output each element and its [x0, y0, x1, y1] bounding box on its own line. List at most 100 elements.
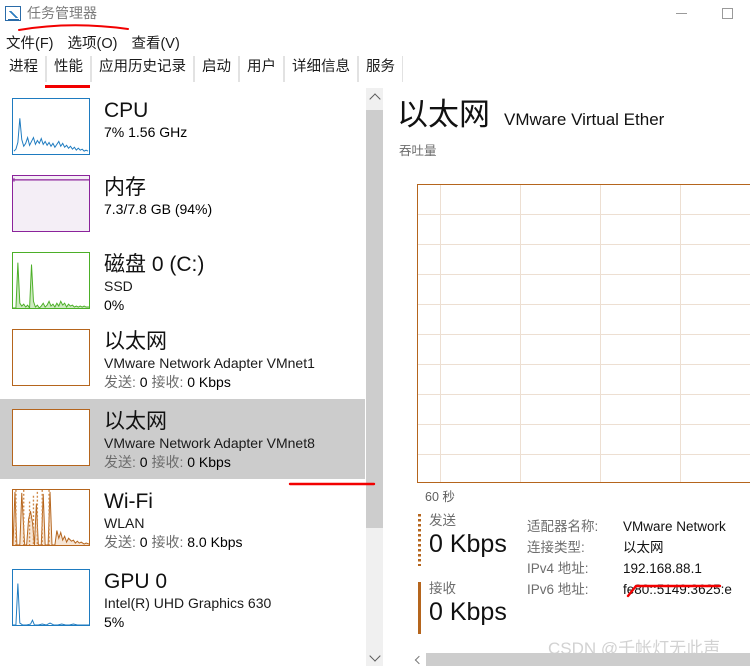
- wifi-stat: 发送: 0 接收: 8.0 Kbps: [104, 533, 243, 552]
- ethernet-vmnet8-sub: VMware Network Adapter VMnet8: [104, 434, 315, 453]
- graph-time-axis-label: 60 秒: [425, 486, 455, 505]
- sidebar-item-cpu[interactable]: CPU 7% 1.56 GHz: [0, 88, 365, 165]
- adapter-name-key: 适配器名称:: [527, 516, 623, 537]
- ethernet-vmnet8-recv-label: 接收:: [151, 454, 183, 470]
- ethernet-vmnet1-recv-label: 接收:: [151, 374, 183, 390]
- menu-item-options[interactable]: 选项(O): [68, 32, 118, 53]
- scroll-down-button[interactable]: [366, 648, 383, 666]
- tab-users[interactable]: 用户: [239, 56, 284, 82]
- tab-startup[interactable]: 启动: [194, 56, 239, 82]
- minimize-button[interactable]: [658, 0, 704, 26]
- tab-details[interactable]: 详细信息: [284, 56, 358, 82]
- gpu-text: GPU 0 Intel(R) UHD Graphics 630 5%: [104, 569, 271, 632]
- chevron-down-icon: [369, 650, 380, 661]
- ethernet-vmnet8-stat: 发送: 0 接收: 0 Kbps: [104, 453, 315, 472]
- disk-text: 磁盘 0 (C:) SSD 0%: [104, 252, 204, 315]
- maximize-icon: [722, 8, 733, 19]
- gpu-sub: Intel(R) UHD Graphics 630: [104, 594, 271, 613]
- adapter-info-table: 适配器名称: VMware Network 连接类型: 以太网 IPv4 地址:…: [527, 516, 732, 600]
- tab-performance[interactable]: 性能: [46, 56, 91, 82]
- cpu-text: CPU 7% 1.56 GHz: [104, 98, 187, 142]
- receive-indicator-icon: [418, 582, 421, 634]
- detail-title: 以太网: [397, 96, 490, 134]
- ethernet-vmnet8-recv-value: 0 Kbps: [187, 454, 231, 470]
- sidebar-scrollbar[interactable]: [365, 88, 383, 666]
- menu-bar: 文件(F) 选项(O) 查看(V): [0, 30, 750, 54]
- ethernet-vmnet8-sparkline: [12, 409, 90, 466]
- chevron-left-icon: [415, 655, 423, 663]
- connection-type-value: 以太网: [623, 537, 664, 558]
- graph-label: 吞吐量: [383, 134, 750, 161]
- ethernet-vmnet1-stat: 发送: 0 接收: 0 Kbps: [104, 373, 315, 392]
- task-manager-icon: [5, 6, 21, 21]
- disk-sparkline: [12, 252, 90, 309]
- memory-text: 内存 7.3/7.8 GB (94%): [104, 175, 212, 219]
- detail-header: 以太网 VMware Virtual Ether: [383, 88, 750, 134]
- info-row-adapter-name: 适配器名称: VMware Network: [527, 516, 732, 537]
- metric-send: 发送 0 Kbps: [418, 512, 539, 559]
- cpu-sparkline: [12, 98, 90, 155]
- memory-sparkline: [12, 175, 90, 232]
- ethernet-vmnet1-send-value: 0: [140, 374, 148, 390]
- info-row-connection-type: 连接类型: 以太网: [527, 537, 732, 558]
- memory-title: 内存: [104, 175, 212, 200]
- receive-value: 0 Kbps: [429, 597, 539, 627]
- wifi-sparkline: [12, 489, 90, 546]
- title-bar-left: 任务管理器: [0, 0, 97, 21]
- send-value: 0 Kbps: [429, 529, 539, 559]
- resource-sidebar[interactable]: CPU 7% 1.56 GHz 内存 7.3/7.8 GB (94%): [0, 88, 365, 666]
- tab-strip: 进程 性能 应用历史记录 启动 用户 详细信息 服务: [0, 54, 750, 82]
- disk-title: 磁盘 0 (C:): [104, 252, 204, 277]
- wifi-recv-label: 接收:: [151, 534, 183, 550]
- wifi-recv-value: 8.0 Kbps: [187, 534, 242, 550]
- receive-label: 接收: [429, 580, 539, 597]
- ipv6-key: IPv6 地址:: [527, 579, 623, 600]
- minimize-icon: [676, 13, 687, 14]
- cpu-stat: 7% 1.56 GHz: [104, 123, 187, 142]
- disk-sub: SSD: [104, 277, 204, 296]
- ethernet-vmnet1-title: 以太网: [104, 329, 315, 354]
- ethernet-vmnet8-send-value: 0: [140, 454, 148, 470]
- gpu-sparkline: [12, 569, 90, 626]
- scrollbar-thumb[interactable]: [366, 110, 383, 528]
- disk-stat: 0%: [104, 296, 204, 315]
- tab-processes[interactable]: 进程: [2, 56, 46, 82]
- maximize-button[interactable]: [704, 0, 750, 26]
- ethernet-vmnet8-title: 以太网: [104, 409, 315, 434]
- network-stats: 发送 0 Kbps: [418, 512, 539, 559]
- send-indicator-icon: [418, 514, 421, 566]
- wifi-sub: WLAN: [104, 514, 243, 533]
- ethernet-vmnet1-send-label: 发送:: [104, 374, 136, 390]
- detail-horizontal-scrollbar[interactable]: [410, 653, 750, 666]
- scroll-left-button[interactable]: [410, 653, 426, 666]
- tab-services[interactable]: 服务: [358, 56, 403, 82]
- detail-subtitle: VMware Virtual Ether: [504, 110, 664, 130]
- wifi-send-label: 发送:: [104, 534, 136, 550]
- gpu-title: GPU 0: [104, 569, 271, 594]
- tab-app-history[interactable]: 应用历史记录: [91, 56, 194, 82]
- horizontal-scrollbar-thumb[interactable]: [426, 653, 750, 666]
- send-label: 发送: [429, 512, 539, 529]
- info-row-ipv4: IPv4 地址: 192.168.88.1: [527, 558, 732, 579]
- adapter-name-value: VMware Network: [623, 516, 726, 537]
- menu-item-view[interactable]: 查看(V): [131, 32, 179, 53]
- sidebar-item-wifi[interactable]: Wi-Fi WLAN 发送: 0 接收: 8.0 Kbps: [0, 479, 365, 559]
- scroll-up-button[interactable]: [366, 88, 383, 106]
- wifi-text: Wi-Fi WLAN 发送: 0 接收: 8.0 Kbps: [104, 489, 243, 552]
- sidebar-item-disk-0[interactable]: 磁盘 0 (C:) SSD 0%: [0, 242, 365, 319]
- sidebar-item-ethernet-vmnet1[interactable]: 以太网 VMware Network Adapter VMnet1 发送: 0 …: [0, 319, 365, 399]
- connection-type-key: 连接类型:: [527, 537, 623, 558]
- sidebar-item-gpu-0[interactable]: GPU 0 Intel(R) UHD Graphics 630 5%: [0, 559, 365, 639]
- ethernet-vmnet1-sparkline: [12, 329, 90, 386]
- throughput-graph: [417, 184, 750, 483]
- window-title: 任务管理器: [27, 5, 97, 21]
- menu-item-file[interactable]: 文件(F): [6, 32, 54, 53]
- wifi-send-value: 0: [140, 534, 148, 550]
- gpu-stat: 5%: [104, 613, 271, 632]
- ipv6-value: fe80::5149:3625:e: [623, 579, 732, 600]
- network-stats-receive: 接收 0 Kbps: [418, 580, 539, 627]
- ipv4-value: 192.168.88.1: [623, 558, 702, 579]
- sidebar-item-memory[interactable]: 内存 7.3/7.8 GB (94%): [0, 165, 365, 242]
- sidebar-item-ethernet-vmnet8[interactable]: 以太网 VMware Network Adapter VMnet8 发送: 0 …: [0, 399, 365, 479]
- metric-receive: 接收 0 Kbps: [418, 580, 539, 627]
